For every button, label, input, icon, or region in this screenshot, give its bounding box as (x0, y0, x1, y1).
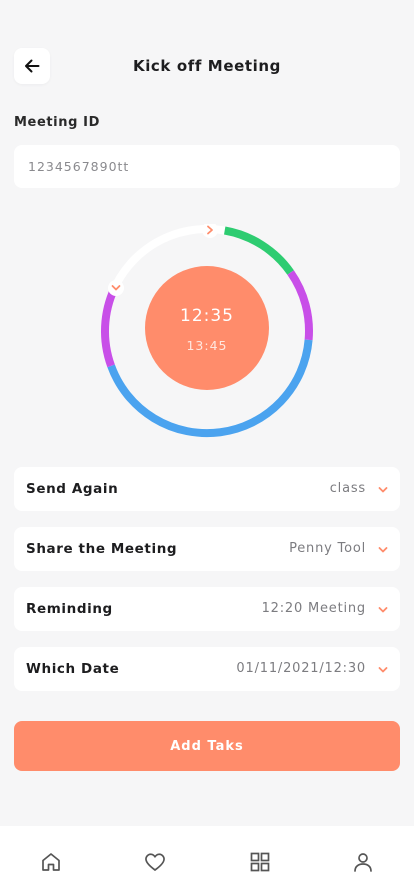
ring-segment-green (223, 226, 294, 275)
header: Kick off Meeting (0, 48, 414, 84)
end-time: 13:45 (186, 337, 228, 353)
back-button[interactable] (14, 48, 50, 84)
row-label: Which Date (26, 661, 120, 677)
chevron-down-icon (378, 487, 388, 493)
add-task-button[interactable]: Add Taks (14, 721, 400, 771)
nav-apps[interactable] (247, 849, 273, 875)
row-value: 12:20 Meeting (261, 601, 366, 616)
row-label: Share the Meeting (26, 541, 178, 557)
ring-segment-purple-left (101, 286, 119, 368)
bottom-nav (0, 826, 414, 896)
start-handle[interactable] (202, 224, 218, 238)
ring-segment-purple-right (287, 270, 313, 341)
row-value: 01/11/2021/12:30 (236, 661, 366, 676)
meeting-id-input[interactable] (14, 145, 400, 188)
user-icon (354, 853, 372, 872)
reminding-select[interactable]: Reminding 12:20 Meeting (14, 587, 400, 631)
chevron-down-icon (378, 667, 388, 673)
row-value: Penny Tool (289, 541, 366, 556)
send-again-select[interactable]: Send Again class (14, 467, 400, 511)
which-date-select[interactable]: Which Date 01/11/2021/12:30 (14, 647, 400, 691)
page-title: Kick off Meeting (132, 57, 282, 75)
start-time: 12:35 (180, 305, 234, 326)
arrow-left-icon (25, 59, 40, 73)
heart-icon (145, 853, 165, 871)
time-range-dial[interactable]: 12:35 13:45 (100, 224, 314, 438)
share-meeting-select[interactable]: Share the Meeting Penny Tool (14, 527, 400, 571)
grid-icon (250, 852, 270, 872)
time-display: 12:35 13:45 (145, 266, 269, 390)
row-label: Reminding (26, 601, 113, 617)
nav-home[interactable] (38, 849, 64, 875)
nav-profile[interactable] (350, 849, 376, 875)
end-handle[interactable] (108, 280, 124, 296)
meeting-id-label: Meeting ID (14, 115, 100, 130)
chevron-down-icon (378, 607, 388, 613)
home-icon (42, 853, 60, 871)
row-label: Send Again (26, 481, 119, 497)
row-value: class (329, 481, 366, 496)
nav-favorites[interactable] (142, 849, 168, 875)
chevron-down-icon (378, 547, 388, 553)
